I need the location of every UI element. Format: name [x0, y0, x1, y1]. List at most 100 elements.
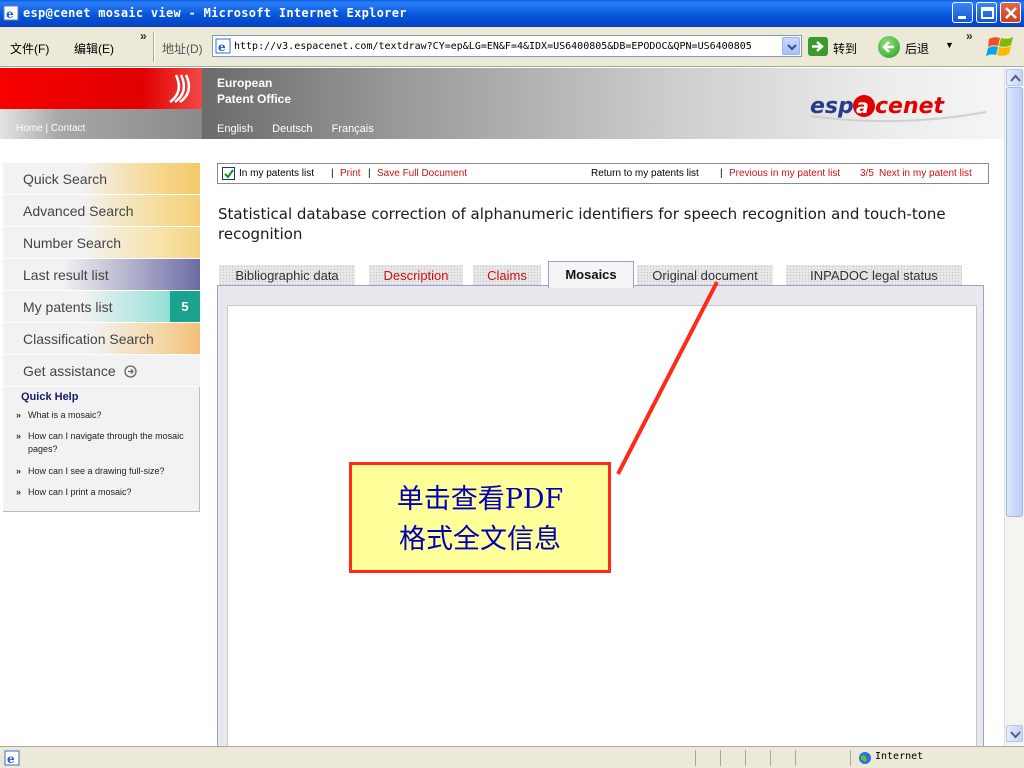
scroll-up-button[interactable] [1006, 69, 1023, 86]
double-chevron-icon: » [16, 466, 22, 476]
in-my-list-label: In my patents list [239, 168, 315, 179]
double-chevron-icon: » [16, 410, 22, 420]
callout-line2: 格式全文信息 [399, 524, 561, 555]
go-arrow-icon [808, 37, 828, 56]
security-zone-label: Internet [875, 751, 924, 762]
status-cell-divider [770, 750, 771, 766]
quick-help-link[interactable]: » How can I print a mosaic? [16, 486, 193, 499]
toolbar-separator: | [331, 168, 334, 179]
page-icon: e [215, 38, 231, 54]
print-link[interactable]: Print [340, 168, 361, 179]
epo-name-line2: Patent Office [217, 92, 292, 106]
double-chevron-icon: » [16, 487, 22, 497]
quick-help-link-text: How can I see a drawing full-size? [28, 466, 165, 476]
patent-title: Statistical database correction of alpha… [218, 205, 946, 243]
svg-text:cenet: cenet [875, 94, 946, 119]
toolbar-more-chevron-icon[interactable]: » [966, 29, 973, 43]
quick-help-link[interactable]: » How can I see a drawing full-size? [16, 465, 193, 478]
tab-bibliographic-data[interactable]: Bibliographic data [219, 265, 355, 286]
sidebar-item-label: Classification Search [23, 331, 154, 347]
vertical-scrollbar[interactable] [1004, 68, 1024, 746]
epo-name: European Patent Office [217, 75, 291, 107]
address-label: 地址(D) [162, 42, 203, 56]
sidebar-item-quick-search[interactable]: Quick Search [3, 163, 200, 195]
chevron-down-icon [1010, 731, 1021, 739]
espacenet-logo[interactable]: esp a cenet [808, 86, 988, 126]
menu-edit[interactable]: 编辑(E) [74, 40, 114, 57]
tab-description[interactable]: Description [369, 265, 463, 286]
sidebar-item-label: Get assistance [23, 363, 116, 379]
minimize-button[interactable] [952, 2, 973, 23]
sidebar-item-label: Quick Search [23, 171, 108, 187]
epo-logo-icon [169, 74, 191, 104]
quick-help-link-text: How can I print a mosaic? [28, 487, 132, 497]
status-cell-divider [695, 750, 696, 766]
menu-address-bar: 文件(F) 编辑(E) » 地址(D) e 转到 后退 ▼ » [0, 27, 1024, 67]
document-toolbar: In my patents list | Print | Save Full D… [217, 163, 989, 184]
save-full-document-link[interactable]: Save Full Document [377, 168, 467, 179]
svg-text:e: e [218, 40, 226, 54]
sidebar-item-label: Number Search [23, 235, 122, 251]
page-status-icon: e [4, 750, 20, 766]
window-title: esp@cenet mosaic view - Microsoft Intern… [23, 6, 407, 20]
tab-mosaics[interactable]: Mosaics [548, 261, 634, 288]
address-bar[interactable]: e [212, 35, 802, 57]
language-links: English Deutsch Français [217, 123, 390, 135]
windows-flag-logo [986, 37, 1013, 56]
back-button[interactable]: 后退 ▼ [878, 34, 958, 60]
svg-text:e: e [6, 7, 14, 21]
checkmark-icon [224, 169, 234, 179]
home-contact-links[interactable]: Home | Contact [16, 123, 85, 134]
toolbar-separator: | [368, 168, 371, 179]
web-page: Home | Contact European Patent Office En… [0, 68, 1004, 746]
arrow-circle-right-icon [124, 365, 137, 378]
back-arrow-icon [878, 36, 900, 58]
scroll-thumb[interactable] [1006, 87, 1023, 517]
double-chevron-icon: » [16, 431, 22, 441]
status-cell-divider [720, 750, 721, 766]
menu-file[interactable]: 文件(F) [10, 40, 49, 57]
go-button[interactable]: 转到 [808, 36, 864, 58]
epo-red-banner [0, 68, 202, 109]
tab-claims[interactable]: Claims [473, 265, 541, 286]
back-dropdown-icon[interactable]: ▼ [945, 40, 954, 50]
address-dropdown-button[interactable] [782, 37, 800, 55]
tab-original-document[interactable]: Original document [637, 265, 773, 286]
return-to-list-link[interactable]: Return to my patents list [591, 168, 699, 179]
chevron-up-icon [1010, 74, 1021, 82]
tab-inpadoc-legal-status[interactable]: INPADOC legal status [786, 265, 962, 286]
sidebar-item-my-patents-list[interactable]: My patents list 5 [3, 291, 200, 323]
quick-help-link[interactable]: » What is a mosaic? [16, 409, 193, 422]
toolbar-separator [153, 32, 155, 62]
sidebar-item-last-result-list[interactable]: Last result list [3, 259, 200, 291]
sidebar-item-get-assistance[interactable]: Get assistance [3, 355, 200, 387]
back-label: 后退 [905, 42, 930, 56]
scroll-down-button[interactable] [1006, 725, 1023, 742]
address-input[interactable] [234, 39, 764, 54]
ie-window-icon: e [3, 5, 19, 21]
in-my-list-checkbox[interactable] [222, 167, 235, 180]
lang-francais[interactable]: Français [332, 123, 374, 135]
status-cell-divider [795, 750, 796, 766]
sidebar-item-advanced-search[interactable]: Advanced Search [3, 195, 200, 227]
status-cell-divider [850, 750, 851, 766]
lang-deutsch[interactable]: Deutsch [272, 123, 312, 135]
next-in-list-link[interactable]: Next in my patent list [879, 168, 972, 179]
toolbar-separator: | [720, 168, 723, 179]
chevron-down-icon [787, 44, 797, 51]
window-title-bar[interactable]: e esp@cenet mosaic view - Microsoft Inte… [0, 0, 1024, 27]
callout-line1: 单击查看PDF [396, 484, 564, 515]
close-button[interactable] [1000, 2, 1021, 23]
epo-name-line1: European [217, 76, 273, 90]
menu-more-chevron-icon[interactable]: » [140, 29, 147, 43]
previous-in-list-link[interactable]: Previous in my patent list [729, 168, 840, 179]
quick-help-link-text: How can I navigate through the mosaic pa… [28, 431, 184, 454]
quick-help-link[interactable]: » How can I navigate through the mosaic p… [16, 430, 193, 456]
quick-help-link-text: What is a mosaic? [28, 410, 102, 420]
maximize-icon [981, 7, 994, 19]
sidebar-item-number-search[interactable]: Number Search [3, 227, 200, 259]
svg-text:esp: esp [810, 94, 854, 119]
sidebar-item-classification-search[interactable]: Classification Search [3, 323, 200, 355]
maximize-button[interactable] [976, 2, 997, 23]
lang-english[interactable]: English [217, 123, 253, 135]
